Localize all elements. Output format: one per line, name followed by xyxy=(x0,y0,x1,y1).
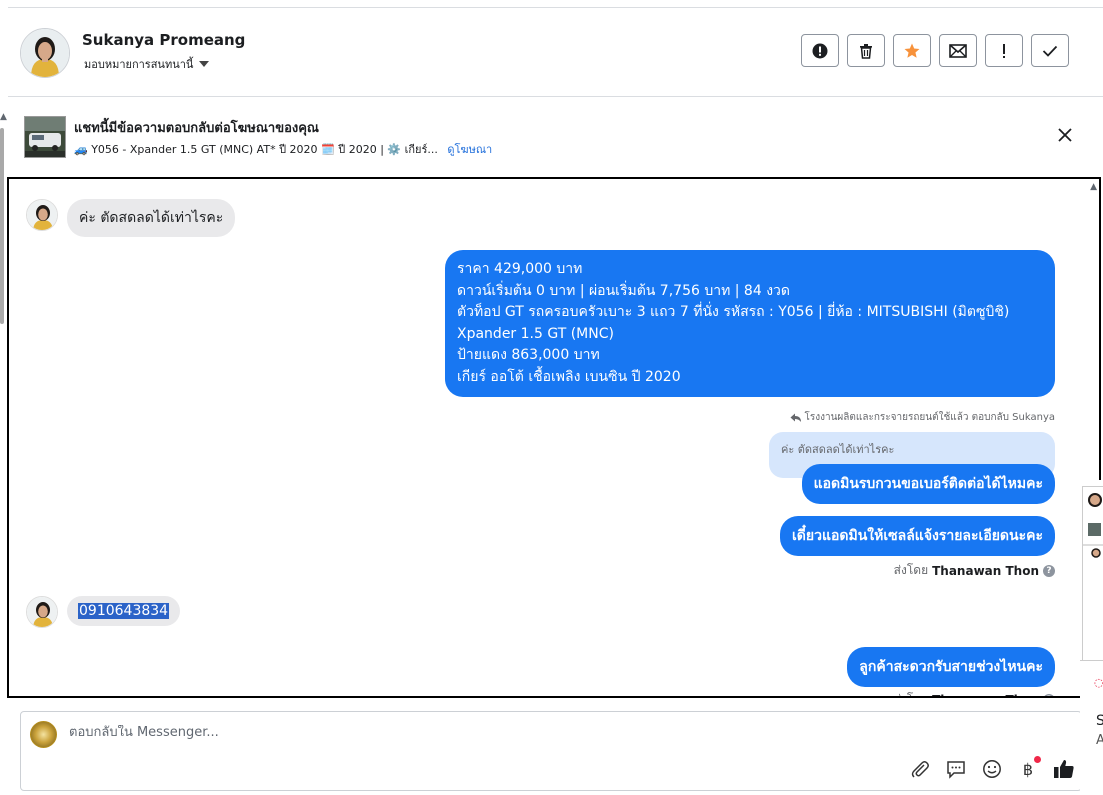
close-icon xyxy=(1058,128,1072,142)
payment-button[interactable]: ฿ xyxy=(1015,756,1041,782)
message-thread[interactable]: ▲ ค่ะ ตัดสดลดได้เท่าไรคะ ราคา 429,000 บา… xyxy=(7,177,1101,698)
ad-reply-banner: แชทนี้มีข้อความตอบกลับต่อโฆษณาของคุณ 🚙 Y… xyxy=(8,97,1103,175)
like-button[interactable] xyxy=(1051,756,1077,782)
star-icon xyxy=(904,43,920,58)
trash-icon xyxy=(860,43,872,59)
sent-by-prefix: ส่งโดย xyxy=(893,563,929,577)
mark-unread-button[interactable] xyxy=(939,34,977,67)
reply-arrow-icon xyxy=(790,413,802,422)
paperclip-icon xyxy=(911,761,929,778)
peek-letter: A xyxy=(1096,733,1103,748)
page-avatar xyxy=(30,721,57,748)
price-line: ป้ายแดง 863,000 บาท xyxy=(457,347,600,363)
follow-up-button[interactable] xyxy=(985,34,1023,67)
view-ad-link[interactable]: ดูโฆษณา xyxy=(447,143,492,156)
sent-by-name[interactable]: Thanawan Thon xyxy=(932,564,1039,578)
price-line: เกียร์ ออโต้ เชื้อเพลิง เบนซิน ปี 2020 xyxy=(457,368,681,385)
ad-thumbnail[interactable] xyxy=(24,116,66,158)
speech-bubble-icon xyxy=(947,761,965,779)
sent-by-name[interactable]: Thanawan Thon xyxy=(932,693,1039,697)
scroll-up-icon[interactable]: ▲ xyxy=(0,112,7,122)
outgoing-message: แอดมินรบกวนขอเบอร์ติดต่อได้ไหมคะ xyxy=(801,464,1055,504)
scroll-up-icon[interactable]: ▲ xyxy=(1090,182,1097,192)
assign-conversation-dropdown[interactable]: มอบหมายการสนทนานี้ xyxy=(84,55,210,73)
close-banner-button[interactable] xyxy=(1055,125,1075,145)
ad-banner-title: แชทนี้มีข้อความตอบกลับต่อโฆษณาของคุณ xyxy=(74,121,319,136)
sent-by-prefix: ส่งโดย xyxy=(894,690,928,696)
left-scrollbar[interactable]: ▲ xyxy=(0,0,7,794)
peek-letter: S xyxy=(1096,713,1103,729)
help-icon[interactable]: ? xyxy=(1043,693,1055,696)
thumbs-up-icon xyxy=(1054,760,1074,778)
reply-meta-text: โรงงานผลิตและกระจายรถยนต์ใช้แล้ว ตอบกลับ… xyxy=(804,412,1055,423)
smiley-icon xyxy=(983,760,1001,778)
composer-tools: ฿ xyxy=(907,756,1077,782)
outgoing-message: เดี๋ยวแอดมินให้เซลล์แจ้งรายละเอียดนะคะ xyxy=(780,516,1055,556)
price-line: ตัวท็อป GT รถครอบครัวเบาะ 3 แถว 7 ที่นั่… xyxy=(457,304,1010,320)
ad-subtitle-text: 🚙 Y056 - Xpander 1.5 GT (MNC) AT* ปี 202… xyxy=(74,143,438,156)
assign-label: มอบหมายการสนทนานี้ xyxy=(84,58,194,71)
contact-avatar[interactable] xyxy=(20,28,70,78)
phone-number-text[interactable]: 0910643834 xyxy=(78,603,170,619)
incoming-message: 0910643834 xyxy=(67,596,181,626)
check-icon xyxy=(1042,45,1058,57)
side-panel-peek: ◌ S A xyxy=(1080,480,1103,795)
exclamation-icon xyxy=(1003,43,1005,58)
ad-banner-subtitle: 🚙 Y056 - Xpander 1.5 GT (MNC) AT* ปี 202… xyxy=(74,140,492,158)
conversation-header: Sukanya Promeang มอบหมายการสนทนานี้ xyxy=(8,8,1103,97)
delete-button[interactable] xyxy=(847,34,885,67)
reply-meta: โรงงานผลิตและกระจายรถยนต์ใช้แล้ว ตอบกลับ… xyxy=(790,410,1055,425)
reply-input[interactable] xyxy=(69,725,669,740)
star-button[interactable] xyxy=(893,34,931,67)
scrollbar-thumb[interactable] xyxy=(0,128,4,324)
envelope-icon xyxy=(949,43,967,58)
emoji-button[interactable] xyxy=(979,756,1005,782)
mark-done-button[interactable] xyxy=(1031,34,1069,67)
peek-panel xyxy=(1082,486,1103,664)
peek-red-icon: ◌ xyxy=(1094,676,1103,689)
notification-dot xyxy=(1034,756,1041,763)
saved-replies-button[interactable] xyxy=(943,756,969,782)
mark-spam-button[interactable] xyxy=(801,34,839,67)
header-actions xyxy=(801,34,1069,67)
alert-circle-icon xyxy=(812,43,828,58)
contact-name: Sukanya Promeang xyxy=(82,31,246,49)
outgoing-price-message: ราคา 429,000 บาท ดาวน์เริ่มต้น 0 บาท | ผ… xyxy=(445,250,1055,397)
contact-avatar-small[interactable] xyxy=(26,596,58,628)
sent-by-label: ส่งโดย Thanawan Thon ? xyxy=(894,561,1055,580)
baht-icon: ฿ xyxy=(1022,759,1034,779)
contact-avatar-small[interactable] xyxy=(26,199,58,231)
price-line: Xpander 1.5 GT (MNC) xyxy=(457,325,614,342)
help-icon[interactable]: ? xyxy=(1043,564,1055,577)
price-line: ดาวน์เริ่มต้น 0 บาท | ผ่อนเริ่มต้น 7,756… xyxy=(457,282,790,299)
attach-button[interactable] xyxy=(907,756,933,782)
sent-by-label: ส่งโดย Thanawan Thon ? xyxy=(894,690,1055,697)
outgoing-message: ลูกค้าสะดวกรับสายช่วงไหนคะ xyxy=(847,647,1055,687)
caret-down-icon xyxy=(199,61,210,67)
incoming-message: ค่ะ ตัดสดลดได้เท่าไรคะ xyxy=(67,199,236,237)
reply-composer: ฿ xyxy=(20,711,1082,791)
price-line: ราคา 429,000 บาท xyxy=(457,261,583,277)
